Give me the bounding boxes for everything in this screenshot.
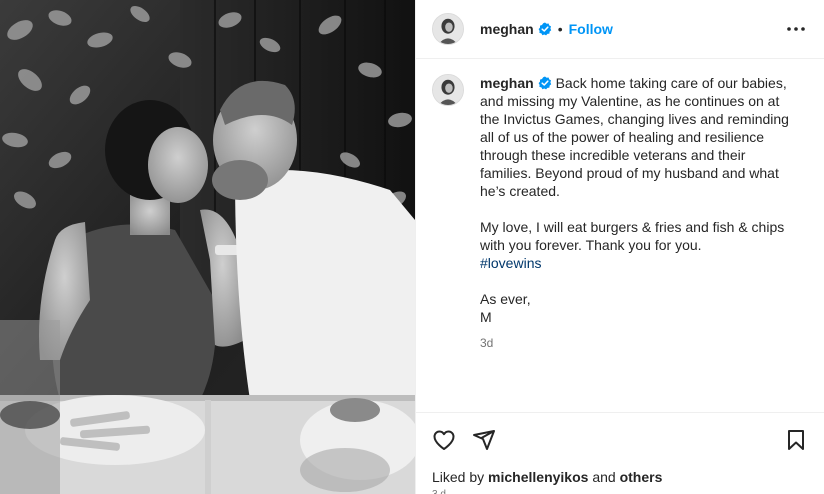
post-photo[interactable]	[0, 0, 415, 494]
follow-button[interactable]: Follow	[569, 21, 613, 37]
others-link[interactable]: others	[620, 469, 663, 485]
header-separator: •	[557, 21, 563, 37]
post-photo-image	[0, 0, 415, 494]
more-options-button[interactable]	[784, 17, 808, 41]
actions-divider	[416, 412, 824, 413]
caption-text-1: Back home taking care of our babies, and…	[480, 75, 789, 199]
bookmark-icon	[788, 430, 804, 450]
save-button[interactable]	[784, 428, 808, 452]
caption-time-ago[interactable]: 3d	[480, 334, 790, 352]
avatar-image	[433, 14, 463, 44]
caption: meghan Back home taking care of our babi…	[432, 74, 808, 352]
avatar-image	[433, 75, 463, 105]
caption-text: meghan Back home taking care of our babi…	[480, 74, 790, 352]
more-icon	[787, 27, 805, 31]
post-date[interactable]: 3 d	[432, 489, 446, 494]
likes-prefix: Liked by	[432, 469, 485, 485]
comments-area: meghan Back home taking care of our babi…	[416, 60, 824, 412]
caption-signoff-1: As ever,	[480, 291, 531, 307]
share-button[interactable]	[472, 428, 496, 452]
liked-by-user-link[interactable]: michellenyikos	[488, 469, 588, 485]
heart-icon	[433, 430, 455, 450]
likes-conjunction: and	[592, 469, 616, 485]
caption-paragraph-2: My love, I will eat burgers & fries and …	[480, 219, 785, 253]
verified-badge-icon	[538, 22, 551, 36]
verified-badge-icon	[538, 76, 551, 90]
post-actions	[432, 424, 808, 456]
hashtag-link[interactable]: #lovewins	[480, 255, 541, 271]
post-header: meghan • Follow	[416, 0, 824, 59]
author-avatar[interactable]	[432, 13, 464, 45]
like-button[interactable]	[432, 428, 456, 452]
caption-paragraph-1: meghan Back home taking care of our babi…	[480, 74, 790, 200]
author-username[interactable]: meghan	[480, 21, 534, 37]
instagram-post: meghan • Follow meghan Back home taking …	[0, 0, 824, 494]
likes-summary: Liked by michellenyikos and others	[432, 469, 662, 485]
share-icon	[473, 430, 495, 450]
caption-signoff-2: M	[480, 309, 492, 325]
caption-username[interactable]: meghan	[480, 75, 534, 91]
caption-author-avatar[interactable]	[432, 74, 464, 106]
post-side-panel: meghan • Follow meghan Back home taking …	[415, 0, 824, 494]
